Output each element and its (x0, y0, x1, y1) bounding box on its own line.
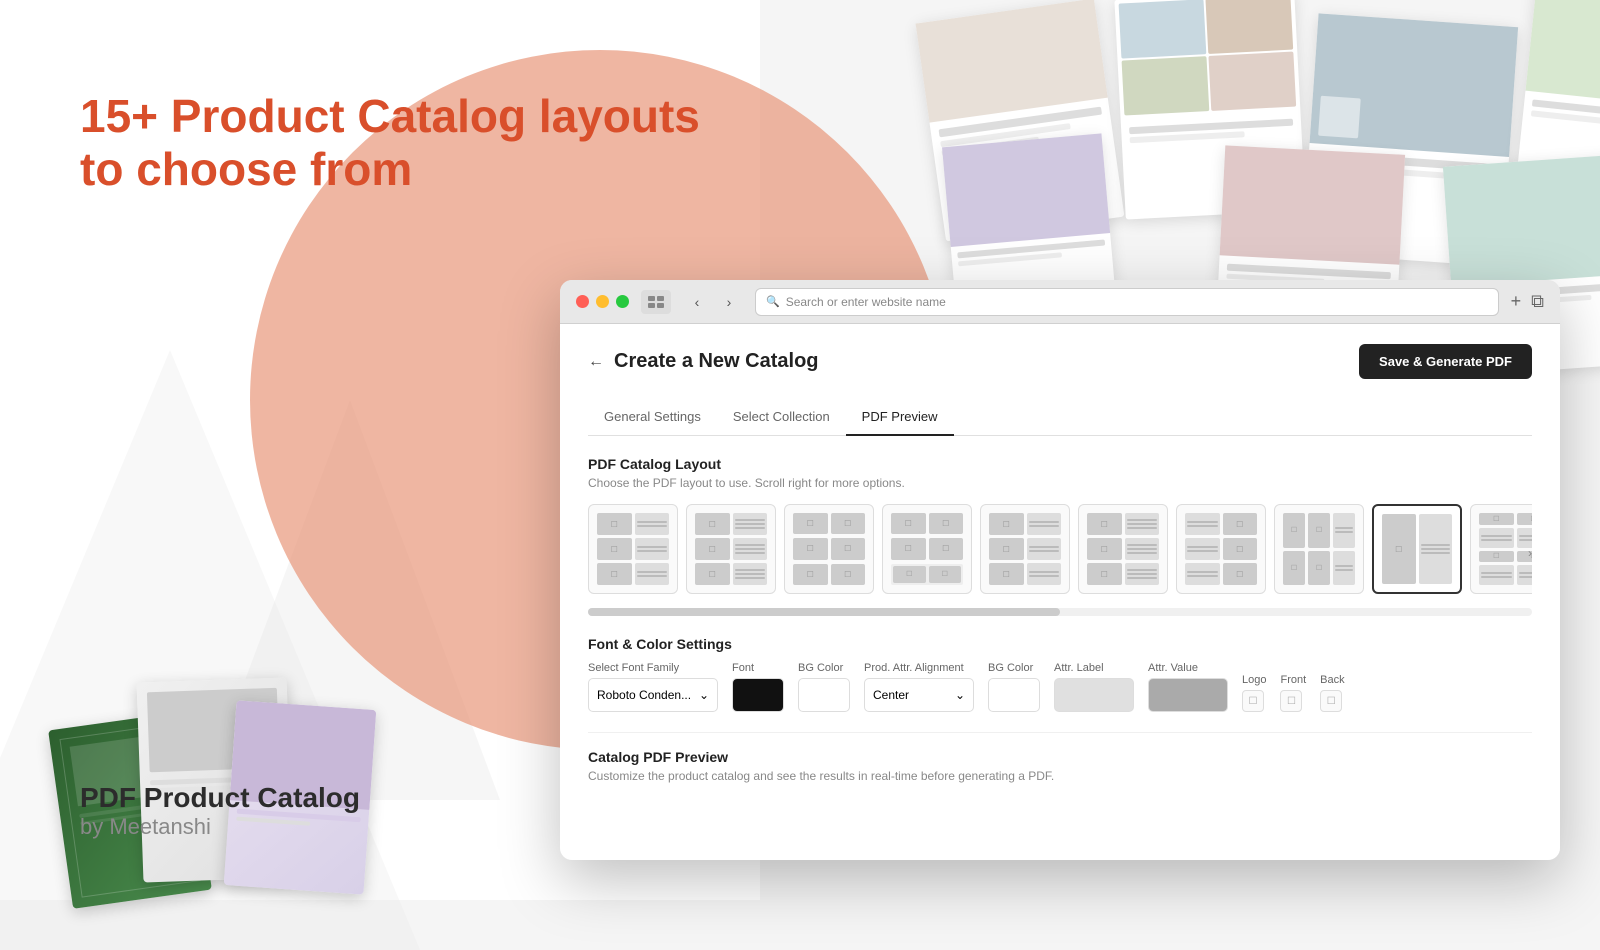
search-icon: 🔍 (766, 295, 780, 308)
front-label: Front (1280, 674, 1306, 686)
attr-value-group: Attr. Value (1148, 662, 1228, 712)
layout-toggle-button[interactable] (641, 290, 671, 314)
layout-grid: ☐ ☐ ☐ ☐ ☐ (588, 504, 1532, 602)
font-color-group: Font (732, 662, 784, 712)
front-checkbox[interactable]: ☐ (1280, 690, 1302, 712)
back-label: Back (1320, 674, 1344, 686)
brand-subtitle: by Meetanshi (80, 814, 360, 840)
logo-checkbox[interactable]: ☐ (1242, 690, 1264, 712)
font-color-swatch[interactable] (732, 678, 784, 712)
tab-general-settings[interactable]: General Settings (588, 399, 717, 436)
bg-color-group-2: BG Color (988, 662, 1040, 712)
layout-section-desc: Choose the PDF layout to use. Scroll rig… (588, 476, 1532, 490)
new-tab-icon[interactable]: + (1511, 291, 1522, 312)
layout-card-10[interactable]: ☐ ☐ ☐ ☐ (1470, 504, 1532, 594)
preview-section-title: Catalog PDF Preview (588, 749, 1532, 765)
back-checkbox[interactable]: ☐ (1320, 690, 1342, 712)
tab-pdf-preview[interactable]: PDF Preview (846, 399, 954, 436)
layout-card-9[interactable]: ☐ (1372, 504, 1462, 594)
layout-section-title: PDF Catalog Layout (588, 456, 1532, 472)
layout-card-2[interactable]: ☐ ☐ ☐ (686, 504, 776, 594)
page-title-area: ← Create a New Catalog (588, 350, 819, 373)
chevron-down-icon: ⌄ (699, 688, 709, 702)
layout-card-7[interactable]: ☐ ☐ ☐ (1176, 504, 1266, 594)
layout-card-1[interactable]: ☐ ☐ ☐ (588, 504, 678, 594)
brand-footer: PDF Product Catalog by Meetanshi (80, 782, 360, 840)
logo-group: Logo ☐ (1242, 674, 1266, 712)
catalog-preview-section: Catalog PDF Preview Customize the produc… (588, 732, 1532, 783)
attr-label-label: Attr. Label (1054, 662, 1134, 674)
settings-row: Select Font Family Roboto Conden... ⌄ Fo… (588, 662, 1532, 712)
bg-color-swatch-1[interactable] (798, 678, 850, 712)
pdf-layout-section: PDF Catalog Layout Choose the PDF layout… (588, 456, 1532, 616)
attr-value-swatch[interactable] (1148, 678, 1228, 712)
bg-color-swatch-2[interactable] (988, 678, 1040, 712)
bg-color-label-2: BG Color (988, 662, 1040, 674)
back-group: Back ☐ (1320, 674, 1344, 712)
copy-icon[interactable]: ⧉ (1531, 291, 1544, 312)
page-header: ← Create a New Catalog Save & Generate P… (588, 344, 1532, 379)
brand-title: PDF Product Catalog (80, 782, 360, 814)
traffic-lights (576, 295, 629, 308)
browser-actions: + ⧉ (1511, 291, 1544, 312)
prod-attr-align-group: Prod. Attr. Alignment Center ⌄ (864, 662, 974, 712)
layout-scrollbar[interactable] (588, 608, 1532, 616)
page-title: Create a New Catalog (614, 350, 819, 373)
minimize-button[interactable] (596, 295, 609, 308)
layout-card-6[interactable]: ☐ ☐ ☐ (1078, 504, 1168, 594)
browser-content: ← Create a New Catalog Save & Generate P… (560, 324, 1560, 860)
tab-select-collection[interactable]: Select Collection (717, 399, 846, 436)
address-bar[interactable]: 🔍 Search or enter website name (755, 288, 1499, 316)
layout-card-5[interactable]: ☐ ☐ ☐ (980, 504, 1070, 594)
headline-area: 15+ Product Catalog layouts to choose fr… (80, 90, 700, 196)
scroll-right-arrow[interactable]: › (1528, 546, 1532, 560)
align-value: Center (873, 688, 909, 702)
bg-color-group-1: BG Color (798, 662, 850, 712)
nav-buttons: ‹ › (683, 288, 743, 316)
prod-attr-align-select[interactable]: Center ⌄ (864, 678, 974, 712)
layout-scrollbar-thumb (588, 608, 1060, 616)
headline-line2: to choose from (80, 143, 700, 196)
front-group: Front ☐ (1280, 674, 1306, 712)
layout-card-8[interactable]: ☐ ☐ ☐ ☐ (1274, 504, 1364, 594)
back-arrow[interactable]: ← (588, 353, 604, 371)
font-color-settings: Font & Color Settings Select Font Family… (588, 636, 1532, 712)
font-family-label: Select Font Family (588, 662, 718, 674)
layout-scroll-container: ☐ ☐ ☐ ☐ ☐ (588, 504, 1532, 602)
attr-label-group: Attr. Label (1054, 662, 1134, 712)
layout-card-4[interactable]: ☐ ☐ ☐ ☐ ☐ ☐ (882, 504, 972, 594)
save-generate-button[interactable]: Save & Generate PDF (1359, 344, 1532, 379)
layout-card-3[interactable]: ☐ ☐ ☐ ☐ ☐ ☐ (784, 504, 874, 594)
browser-window: ‹ › 🔍 Search or enter website name + ⧉ ←… (560, 280, 1560, 860)
attr-value-label: Attr. Value (1148, 662, 1228, 674)
font-family-value: Roboto Conden... (597, 688, 691, 702)
prod-attr-align-label: Prod. Attr. Alignment (864, 662, 974, 674)
back-nav-button[interactable]: ‹ (683, 288, 711, 316)
bg-color-label-1: BG Color (798, 662, 850, 674)
maximize-button[interactable] (616, 295, 629, 308)
forward-nav-button[interactable]: › (715, 288, 743, 316)
close-button[interactable] (576, 295, 589, 308)
font-section-title: Font & Color Settings (588, 636, 1532, 652)
attr-label-swatch[interactable] (1054, 678, 1134, 712)
headline-line1: 15+ Product Catalog layouts (80, 90, 700, 143)
font-family-group: Select Font Family Roboto Conden... ⌄ (588, 662, 718, 712)
font-label: Font (732, 662, 784, 674)
logo-label: Logo (1242, 674, 1266, 686)
browser-titlebar: ‹ › 🔍 Search or enter website name + ⧉ (560, 280, 1560, 324)
address-bar-text: Search or enter website name (786, 295, 946, 309)
preview-section-desc: Customize the product catalog and see th… (588, 769, 1532, 783)
chevron-down-icon-align: ⌄ (955, 688, 965, 702)
font-family-select[interactable]: Roboto Conden... ⌄ (588, 678, 718, 712)
tabs-nav: General Settings Select Collection PDF P… (588, 399, 1532, 436)
physical-catalog-display (60, 620, 380, 900)
